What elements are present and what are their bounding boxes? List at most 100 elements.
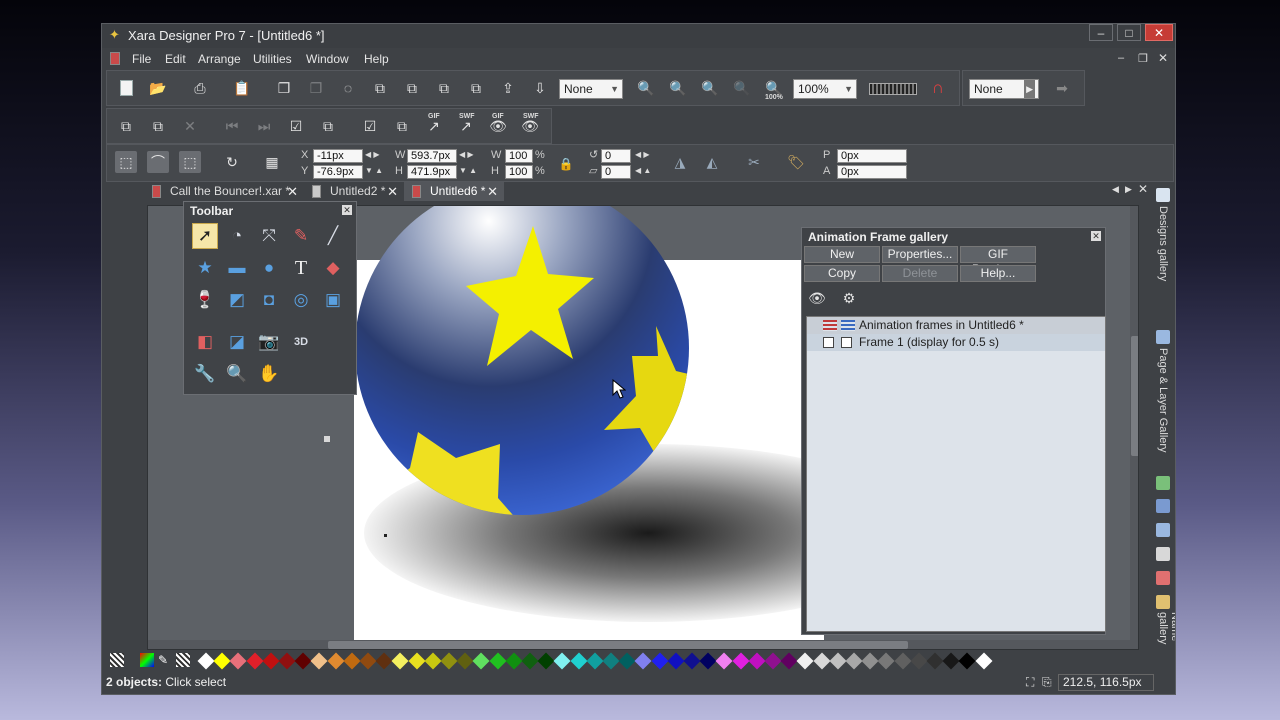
color-swatch[interactable] bbox=[602, 652, 620, 670]
put-back-icon[interactable]: ⧉ bbox=[465, 77, 487, 99]
menu-window[interactable]: Window bbox=[306, 52, 349, 66]
vertical-scrollbar[interactable] bbox=[1130, 206, 1138, 649]
remove-attributes-icon[interactable]: ✕ bbox=[179, 115, 201, 137]
page-layer-icon[interactable] bbox=[1156, 330, 1170, 344]
close-icon[interactable]: ✕ bbox=[1091, 231, 1101, 241]
close-icon[interactable]: ✕ bbox=[287, 182, 298, 201]
preview-eye-icon[interactable]: 👁 bbox=[806, 287, 828, 309]
lock-aspect-icon[interactable]: 🔒 bbox=[555, 153, 577, 175]
frame-copy-icon[interactable]: ⧉ bbox=[391, 115, 413, 137]
color-swatch[interactable] bbox=[246, 652, 264, 670]
doc-restore-button[interactable]: ❐ bbox=[1138, 52, 1148, 65]
handle[interactable] bbox=[324, 436, 330, 442]
color-swatch[interactable] bbox=[343, 652, 361, 670]
eyedropper-icon[interactable]: ✎ bbox=[158, 653, 172, 667]
color-swatch[interactable] bbox=[375, 652, 393, 670]
color-swatch[interactable] bbox=[861, 652, 879, 670]
y-position-field[interactable]: -76.9px bbox=[313, 165, 363, 179]
minimize-button[interactable]: – bbox=[1089, 24, 1113, 41]
width-arrows[interactable]: ◀ ▶ bbox=[459, 150, 474, 159]
fill-bucket-icon[interactable]: ⬚ bbox=[179, 151, 201, 173]
paste-attributes-icon[interactable]: ⧉ bbox=[147, 115, 169, 137]
color-swatch[interactable] bbox=[942, 652, 960, 670]
rectangle-tool[interactable]: ▬ bbox=[224, 255, 250, 281]
color-swatch[interactable] bbox=[570, 652, 588, 670]
help-button[interactable]: Help... bbox=[960, 265, 1036, 282]
bitmap-gallery-icon[interactable] bbox=[1156, 476, 1170, 490]
zoom-drawing-icon[interactable]: 🔍 bbox=[699, 77, 721, 99]
delete-frame-button[interactable]: Delete bbox=[882, 265, 958, 282]
color-editor-icon[interactable] bbox=[140, 653, 154, 667]
skew-arrows[interactable]: ◀ ▲ bbox=[635, 166, 651, 175]
zoom-tool[interactable]: 🔍 bbox=[224, 361, 250, 387]
name-tag-icon[interactable] bbox=[1156, 595, 1170, 609]
open-folder-icon[interactable]: 📂 bbox=[147, 77, 169, 99]
menu-edit[interactable]: Edit bbox=[165, 52, 186, 66]
color-swatch[interactable] bbox=[537, 652, 555, 670]
close-button[interactable]: ✕ bbox=[1145, 24, 1173, 41]
extrude-tool[interactable]: ◪ bbox=[224, 329, 250, 355]
color-swatch[interactable] bbox=[683, 652, 701, 670]
pen-tool[interactable]: ╱ bbox=[320, 223, 346, 249]
color-swatch[interactable] bbox=[651, 652, 669, 670]
fill-gallery-icon[interactable] bbox=[1156, 523, 1170, 537]
zoom-select[interactable]: 100% ▼ bbox=[793, 79, 857, 99]
no-color-swatch[interactable] bbox=[110, 653, 124, 667]
close-icon[interactable]: ✕ bbox=[387, 182, 398, 201]
frame-properties-icon[interactable]: ☑ bbox=[359, 115, 381, 137]
frame-settings-icon[interactable]: ⚙ bbox=[838, 287, 860, 309]
locked-checkbox[interactable] bbox=[841, 337, 852, 348]
line-width-control[interactable] bbox=[869, 83, 917, 95]
push-tool[interactable]: ✋ bbox=[256, 361, 282, 387]
color-swatch[interactable] bbox=[262, 652, 280, 670]
copy-frame-button[interactable]: Copy bbox=[804, 265, 880, 282]
zoom-tool-icon[interactable]: 🔍 bbox=[635, 77, 657, 99]
ellipse-tool[interactable]: ● bbox=[256, 255, 282, 281]
blend-tool[interactable]: ◩ bbox=[224, 287, 250, 313]
close-icon[interactable]: ✕ bbox=[342, 205, 352, 215]
duplicate-icon[interactable]: ❐ bbox=[273, 77, 295, 99]
color-swatch[interactable] bbox=[926, 652, 944, 670]
curve-handles-icon[interactable]: ⌒ bbox=[147, 151, 169, 173]
color-swatch[interactable] bbox=[634, 652, 652, 670]
color-swatch[interactable] bbox=[618, 652, 636, 670]
designs-gallery-icon[interactable] bbox=[1156, 188, 1170, 202]
page-icon[interactable]: ⎘ bbox=[1042, 675, 1052, 690]
flip-horizontal-icon[interactable]: ◮ bbox=[669, 151, 691, 173]
snap-magnet-icon[interactable]: ∩ bbox=[927, 77, 949, 99]
tab-call-the-bouncer[interactable]: Call the Bouncer!.xar * ✕ bbox=[144, 182, 304, 201]
list-item[interactable]: Frame 1 (display for 0.5 s) bbox=[807, 334, 1105, 351]
select-inside-icon[interactable]: ◌ bbox=[337, 77, 359, 99]
name-gallery-tab[interactable]: Name gallery bbox=[1157, 612, 1175, 652]
export-icon[interactable]: ⇪ bbox=[497, 77, 519, 99]
handle[interactable] bbox=[384, 534, 387, 537]
select-frame-icon[interactable]: ☑ bbox=[285, 115, 307, 137]
bounds-handles-icon[interactable]: ⬚ bbox=[115, 151, 137, 173]
color-swatch[interactable] bbox=[877, 652, 895, 670]
y-arrows[interactable]: ▼ ▲ bbox=[365, 166, 383, 175]
scroll-thumb[interactable] bbox=[328, 641, 908, 649]
freehand-tool[interactable]: ✎ bbox=[288, 223, 314, 249]
color-swatch[interactable] bbox=[748, 652, 766, 670]
color-swatch[interactable] bbox=[408, 652, 426, 670]
x-arrows[interactable]: ◀ ▶ bbox=[365, 150, 380, 159]
star-tool[interactable]: ★ bbox=[192, 255, 218, 281]
color-swatch[interactable] bbox=[715, 652, 733, 670]
tabs-close-icon[interactable]: ✕ bbox=[1138, 182, 1148, 196]
grid-icon[interactable]: ▦ bbox=[261, 151, 283, 173]
zoom-page-icon[interactable]: 🔍 bbox=[667, 77, 689, 99]
move-handles-icon[interactable]: ✂ bbox=[743, 151, 765, 173]
selector-tool[interactable]: ➚ bbox=[192, 223, 218, 249]
color-swatch[interactable] bbox=[213, 652, 231, 670]
tab-untitled6[interactable]: Untitled6 * ✕ bbox=[404, 182, 504, 201]
color-swatch[interactable] bbox=[958, 652, 976, 670]
zoom-selected-icon[interactable]: 🔍 bbox=[731, 77, 753, 99]
shape-editor-tool[interactable]: ⤧ bbox=[256, 223, 282, 249]
3d-tool[interactable]: 3D bbox=[288, 329, 314, 355]
wrench-tool[interactable]: 🔧 bbox=[192, 361, 218, 387]
feather-select[interactable]: None ▶ bbox=[969, 79, 1039, 99]
p-field[interactable]: 0px bbox=[837, 149, 907, 163]
last-frame-icon[interactable]: ⏭ bbox=[253, 115, 275, 137]
menu-file[interactable]: File bbox=[132, 52, 151, 66]
gif-preview-button[interactable]: GIF Preview... bbox=[960, 246, 1036, 276]
